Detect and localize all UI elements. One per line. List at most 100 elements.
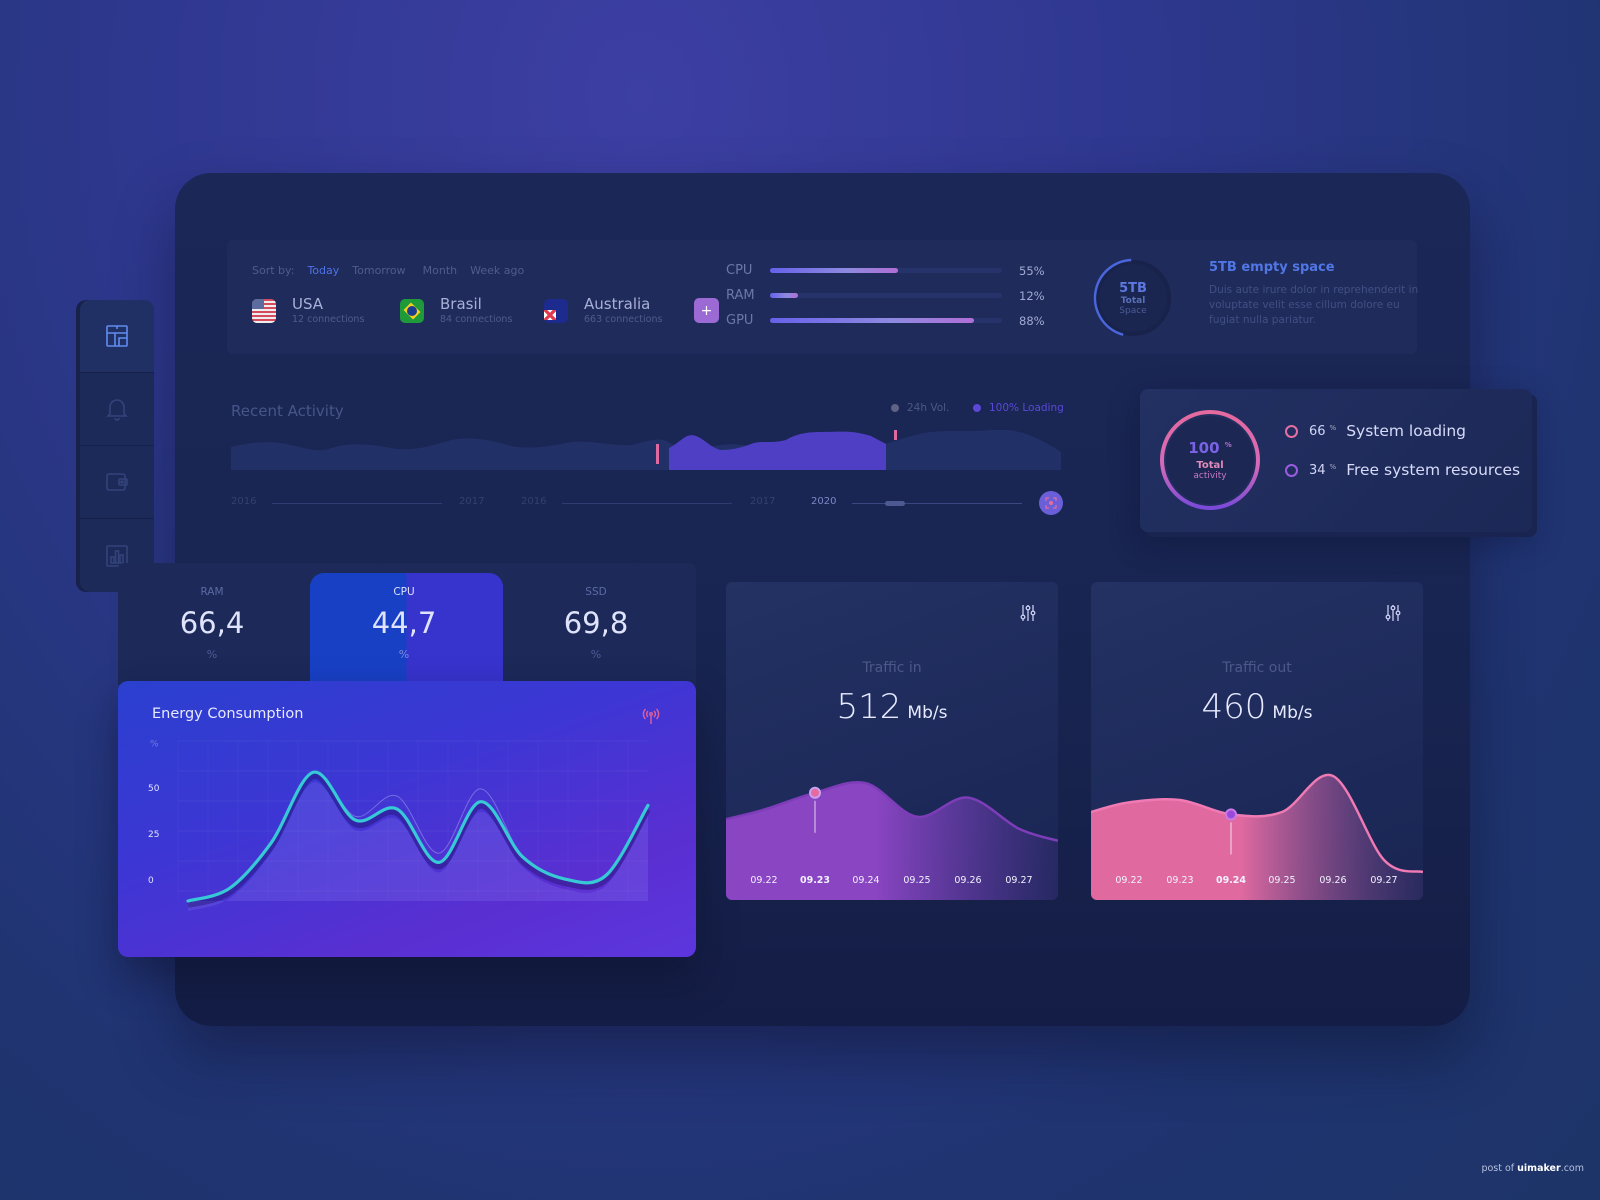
selected-point: [809, 786, 821, 799]
storage-line2: Space: [1119, 305, 1147, 316]
legend-dot: [891, 404, 899, 412]
year-tick: 2016: [231, 496, 257, 507]
resource-bars: CPU 55% RAM 12% GPU 88%: [726, 258, 1056, 333]
wallet-icon: [106, 473, 128, 491]
activity-timeline-chart: [231, 430, 1061, 470]
traffic-out-value: 460 Mb/s: [1091, 687, 1423, 727]
storage-title: 5TB empty space: [1209, 260, 1335, 275]
y-tick-label: 25: [148, 830, 159, 840]
activity-unit: %: [1329, 463, 1337, 471]
focus-frame-icon: [1045, 497, 1057, 509]
activity-legend-item: 34 % Free system resources: [1285, 461, 1520, 479]
energy-signal-button[interactable]: [642, 707, 660, 729]
storage-total: 5TB: [1119, 280, 1147, 296]
resource-label: CPU: [726, 263, 753, 278]
storage-ring-label: 5TB Total Space: [1093, 258, 1173, 338]
year-slider-thumb[interactable]: [885, 501, 905, 506]
activity-card: 100 % Total activity 66 % System loading…: [1140, 389, 1532, 532]
x-tick-label: 09.25: [1268, 875, 1295, 886]
country-connections: 663 connections: [584, 314, 663, 325]
traffic-in-title: Traffic in: [862, 660, 922, 676]
country-item[interactable]: Australia 663 connections: [544, 296, 678, 325]
activity-value: 66: [1309, 423, 1326, 439]
sidebar-item-wallet[interactable]: [80, 446, 154, 519]
traffic-in-number: 512: [836, 687, 902, 727]
resource-row-gpu: GPU 88%: [726, 308, 1056, 333]
year-track: [562, 503, 732, 504]
circle-icon: [1285, 463, 1298, 477]
sort-option-today[interactable]: Today: [307, 264, 339, 277]
stat-tab-ssd[interactable]: SSD 69,8 %: [501, 586, 691, 661]
x-tick-label: 09.26: [954, 875, 981, 886]
sort-option-tomorrow[interactable]: Tomorrow: [352, 264, 405, 277]
sort-option-week-ago[interactable]: Week ago: [470, 264, 524, 277]
year-track: [272, 503, 442, 504]
range-handle-left: [656, 444, 659, 464]
brazil-flag-icon: [400, 298, 424, 323]
traffic-in-card: 09.22 09.23 09.24 09.25 09.26 09.27 Traffic i…: [726, 582, 1058, 900]
resource-value: 88%: [1019, 313, 1045, 328]
country-item[interactable]: Brasil 84 connections: [400, 296, 528, 325]
activity-label: Free system resources: [1346, 461, 1521, 479]
stat-label: CPU: [393, 586, 415, 598]
traffic-in-settings-button[interactable]: [1020, 604, 1036, 626]
traffic-out-unit: Mb/s: [1272, 703, 1313, 723]
sliders-icon: [1385, 605, 1401, 621]
sliders-icon: [1020, 605, 1036, 621]
country-name: USA: [292, 295, 324, 313]
traffic-in-chart: 09.22 09.23 09.24 09.25 09.26 09.27: [726, 781, 1058, 900]
country-connections: 84 connections: [440, 314, 513, 325]
year-slider-track[interactable]: [852, 503, 1022, 504]
country-name: Brasil: [440, 295, 482, 313]
year-tick: 2016: [521, 496, 547, 507]
activity-line1: Total: [1196, 460, 1224, 471]
traffic-out-chart: 09.22 09.23 09.24 09.25 09.26 09.27: [1091, 773, 1423, 900]
x-tick-label: 09.26: [1319, 875, 1346, 886]
credit-suffix: .com: [1560, 1163, 1584, 1174]
activity-line2: activity: [1193, 471, 1227, 481]
activity-total: 100: [1188, 439, 1220, 457]
stat-tab-ram[interactable]: RAM 66,4 %: [117, 586, 307, 661]
activity-area-selection: [669, 431, 886, 470]
traffic-out-settings-button[interactable]: [1385, 604, 1401, 626]
resource-track: [770, 293, 1002, 298]
x-tick-label: 09.22: [1115, 875, 1142, 886]
activity-label: System loading: [1346, 422, 1467, 440]
traffic-in-unit: Mb/s: [907, 703, 948, 723]
energy-consumption-card: % 0 25 50 Energy Consumption: [118, 681, 696, 957]
country-item[interactable]: USA 12 connections: [252, 296, 384, 325]
stat-unit: %: [398, 648, 410, 661]
year-tick: 2017: [750, 496, 776, 507]
storage-line1: Total: [1120, 295, 1146, 306]
year-tick-selected[interactable]: 2020: [811, 496, 836, 507]
traffic-in-value: 512 Mb/s: [726, 687, 1058, 727]
year-tick: 2017: [459, 496, 485, 507]
credit-brand: uimaker: [1517, 1163, 1561, 1174]
stat-value: 66,4: [179, 606, 245, 640]
range-handle-right: [894, 430, 897, 440]
country-connections: 12 connections: [292, 314, 365, 325]
sidebar-item-notifications[interactable]: [80, 373, 154, 446]
resource-row-ram: RAM 12%: [726, 283, 1056, 308]
stat-label: RAM: [200, 586, 224, 598]
stat-tab-cpu[interactable]: CPU 44,7 %: [309, 586, 499, 661]
summary-panel: Sort by: Today Tomorrow Month Week ago U…: [227, 240, 1419, 354]
activity-ring-label: 100 % Total activity: [1159, 409, 1261, 511]
activity-total-unit: %: [1224, 441, 1232, 449]
x-tick-label-selected: 09.23: [800, 875, 830, 886]
activity-legend-item: 66 % System loading: [1285, 422, 1466, 440]
y-axis-unit: %: [150, 740, 159, 750]
x-tick-label: 09.25: [903, 875, 930, 886]
bell-icon: [106, 399, 128, 421]
sort-option-month[interactable]: Month: [423, 264, 457, 277]
sidebar-item-dashboard[interactable]: [80, 300, 154, 373]
usa-flag-icon: [252, 298, 276, 323]
legend-item: 100% Loading: [973, 402, 1064, 414]
energy-title: Energy Consumption: [152, 706, 304, 722]
resource-track: [770, 318, 1002, 323]
storage-description: Duis aute irure dolor in reprehenderit i…: [1209, 284, 1419, 326]
focus-button[interactable]: [1039, 491, 1063, 515]
add-country-button[interactable]: +: [694, 298, 719, 323]
stat-unit: %: [206, 648, 218, 661]
traffic-out-card: 09.22 09.23 09.24 09.25 09.26 09.27 Traffic o…: [1091, 582, 1423, 900]
